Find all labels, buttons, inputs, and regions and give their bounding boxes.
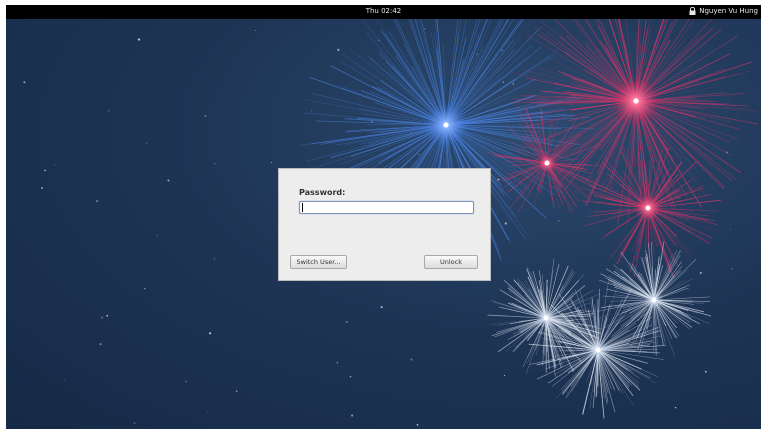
lock-screen: Thu 02:42 Nguyen Vu Hung Password: Switc… (6, 5, 761, 429)
star (349, 375, 352, 378)
unlock-dialog: Password: Switch User... Unlock (278, 168, 491, 281)
user-name: Nguyen Vu Hung (699, 7, 758, 15)
star (101, 316, 104, 319)
star (185, 380, 187, 383)
star (63, 379, 65, 381)
star (699, 271, 702, 274)
star (44, 169, 46, 172)
star (371, 121, 373, 123)
star (23, 81, 26, 84)
star (731, 268, 733, 270)
password-input[interactable] (299, 201, 474, 214)
star (144, 288, 146, 290)
star (41, 187, 43, 189)
star (53, 164, 55, 166)
star (213, 162, 216, 165)
star (133, 422, 136, 424)
star (418, 153, 420, 156)
star (380, 306, 383, 309)
star (107, 110, 110, 112)
unlock-button[interactable]: Unlock (424, 255, 478, 269)
star (704, 370, 707, 373)
star (137, 38, 141, 41)
firework-burst (487, 108, 603, 214)
star (214, 258, 216, 260)
star (132, 33, 134, 35)
star (350, 414, 354, 417)
text-cursor (302, 203, 303, 212)
top-bar: Thu 02:42 Nguyen Vu Hung (6, 5, 761, 19)
star (206, 410, 208, 412)
switch-user-button[interactable]: Switch User... (290, 255, 347, 269)
star (310, 109, 313, 112)
star (106, 314, 109, 317)
lock-icon (689, 7, 696, 15)
star (674, 406, 677, 409)
star (336, 362, 339, 364)
star (680, 251, 682, 253)
star (502, 81, 505, 84)
star (558, 220, 560, 222)
star (424, 28, 426, 30)
star (156, 234, 158, 237)
star (501, 49, 504, 52)
star (504, 222, 507, 225)
star (416, 423, 419, 426)
star (346, 321, 348, 323)
star (337, 48, 340, 52)
star (204, 115, 207, 117)
star (235, 390, 238, 393)
password-label: Password: (299, 188, 346, 197)
star (512, 82, 515, 85)
star (167, 179, 170, 182)
star (209, 332, 212, 335)
star (255, 29, 257, 31)
star (99, 343, 102, 346)
star (503, 374, 506, 377)
star (271, 162, 272, 163)
star (146, 143, 148, 145)
star (410, 358, 413, 361)
star (96, 199, 99, 203)
clock[interactable]: Thu 02:42 (6, 7, 761, 15)
user-menu[interactable]: Nguyen Vu Hung (689, 7, 758, 15)
star (729, 229, 731, 231)
